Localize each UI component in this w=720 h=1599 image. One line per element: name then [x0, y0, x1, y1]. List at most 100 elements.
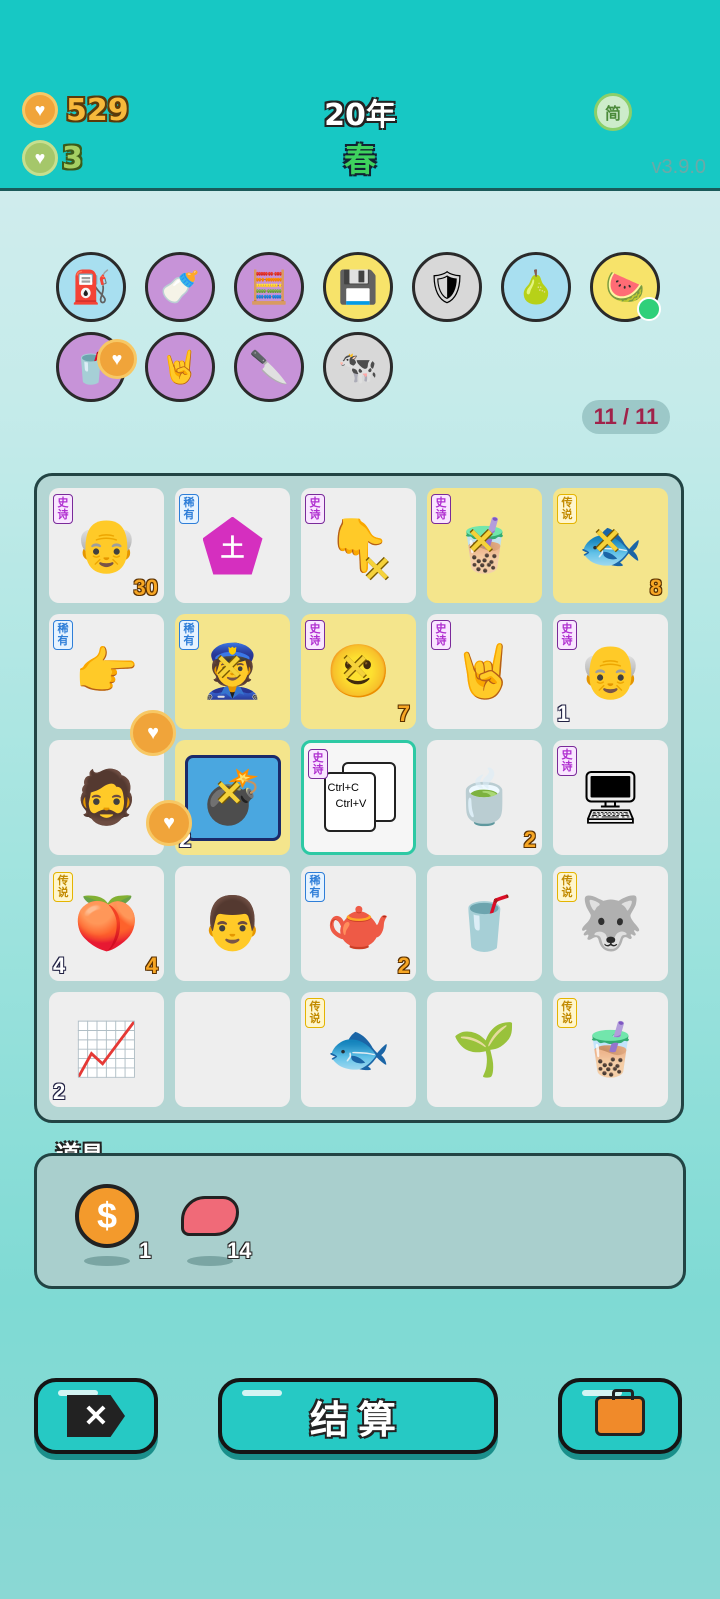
rarity-tag: 稀有: [305, 872, 325, 902]
earth-gem-icon: 土: [202, 516, 263, 575]
liver-icon: [181, 1196, 239, 1236]
koi-fish-small-icon: 🐟: [326, 1021, 391, 1079]
slot-cell[interactable]: 🧋 传说: [553, 992, 668, 1107]
floating-coin-icon: ♥: [130, 710, 176, 756]
rarity-tag: 史诗: [557, 746, 577, 776]
tea-bowl-icon: 🍵: [452, 769, 517, 827]
slot-cell[interactable]: 🥤: [427, 866, 542, 981]
liver-item-count: 14: [227, 1238, 252, 1263]
perk-math-guy-icon[interactable]: 🧮: [234, 252, 304, 322]
slot-cell[interactable]: 🌱: [427, 992, 542, 1107]
slot-cell[interactable]: 🍑 传说 4 4: [49, 866, 164, 981]
cross-mark-icon: ✕: [363, 551, 392, 589]
pump-icon: ⛽: [71, 269, 111, 305]
rarity-tag: 传说: [557, 872, 577, 902]
exit-button[interactable]: ✕: [34, 1378, 158, 1454]
pomelo-icon: 🍐: [516, 269, 556, 305]
slot-cell[interactable]: 👇 史诗 ✕: [301, 488, 416, 603]
slot-cell[interactable]: 🙂 史诗 7 ✕: [301, 614, 416, 729]
slot-cell[interactable]: 🖥 史诗: [553, 740, 668, 855]
stubble-man-icon: 🧔: [74, 769, 139, 827]
inventory-button[interactable]: [558, 1378, 682, 1454]
cross-mark-icon: ✕: [215, 775, 244, 813]
rarity-tag: 史诗: [431, 620, 451, 650]
briefcase-icon: [595, 1389, 645, 1436]
paste-text: Ctrl+V: [335, 797, 367, 810]
slot-cell[interactable]: 💣 2 ✕: [175, 740, 290, 855]
dollar-coin-icon: $: [75, 1184, 139, 1248]
version-label: v3.9.0: [651, 156, 706, 178]
rarity-tag: 稀有: [53, 620, 73, 650]
slot-cell[interactable]: 📈 2: [49, 992, 164, 1107]
rarity-tag: 传说: [305, 998, 325, 1028]
red-drink-icon: 🥤: [452, 895, 517, 953]
cross-mark-icon: ✕: [215, 649, 244, 687]
breast-pump-icon: 🍼: [160, 269, 200, 305]
brown-hand-icon: 👉: [74, 643, 139, 701]
rarity-tag: 传说: [557, 998, 577, 1028]
perk-shield-wrench-icon[interactable]: 🛡: [412, 252, 482, 322]
cell-counter: 4: [53, 953, 66, 978]
copy-paste-icon: Ctrl+C Ctrl+V: [323, 761, 396, 834]
rarity-tag: 史诗: [557, 620, 577, 650]
slot-cell[interactable]: 🍵 2: [427, 740, 542, 855]
perk-milk-tea-coin-icon[interactable]: 🥤 ♥: [56, 332, 137, 402]
perk-pump-icon[interactable]: ⛽: [56, 252, 126, 322]
cows-icon: 🐄: [338, 349, 378, 385]
settle-button[interactable]: 结算: [218, 1378, 498, 1454]
slot-cell[interactable]: Ctrl+C Ctrl+V 史诗: [301, 740, 416, 855]
active-dot-icon: [637, 297, 661, 321]
settle-button-label: 结算: [309, 1399, 406, 1442]
cleaver-icon: 🔪: [249, 349, 289, 385]
floating-coin-icon: ♥: [146, 800, 192, 846]
slot-cell[interactable]: 土稀有: [175, 488, 290, 603]
perk-cows-icon[interactable]: 🐄: [323, 332, 393, 402]
slot-cell[interactable]: [175, 992, 290, 1107]
coin-badge-icon: ♥: [97, 339, 137, 379]
perk-pomelo-icon[interactable]: 🍐: [501, 252, 571, 322]
coin-item[interactable]: $: [75, 1184, 139, 1266]
slot-cell[interactable]: 🧋 史诗 ✕: [427, 488, 542, 603]
cell-value: 8: [649, 575, 662, 600]
golden-fruits-icon: 🍑: [74, 895, 139, 953]
cell-value: 2: [397, 953, 410, 978]
shield-wrench-icon: 🛡: [426, 269, 468, 305]
slot-cell[interactable]: 👴 史诗 1: [553, 614, 668, 729]
tea-cup-icon: 🧋: [578, 1021, 643, 1079]
cross-mark-icon: ✕: [593, 523, 622, 561]
slot-cell[interactable]: 🧔: [49, 740, 164, 855]
slot-cell[interactable]: 🐟 传说 8 ✕: [553, 488, 668, 603]
old-man-green-hat-icon: 👴: [74, 517, 139, 575]
perk-cpu-chip-icon[interactable]: 💾: [323, 252, 393, 322]
slot-cell[interactable]: 🐺 传说: [553, 866, 668, 981]
slot-cell[interactable]: 👨: [175, 866, 290, 981]
cell-value: 4: [145, 953, 158, 978]
rock-hand-icon: 🤘: [160, 349, 200, 385]
perk-breast-pump-icon[interactable]: 🍼: [145, 252, 215, 322]
cell-counter: 2: [53, 1079, 66, 1104]
language-toggle-button[interactable]: 简: [594, 93, 632, 131]
stock-chart-icon: 📈: [74, 1021, 139, 1079]
cell-value: 7: [397, 701, 410, 726]
rarity-tag: 传说: [557, 494, 577, 524]
slot-cell[interactable]: 👮 稀有 ✕: [175, 614, 290, 729]
slot-cell[interactable]: 👴 史诗 30: [49, 488, 164, 603]
item-shadow: [84, 1256, 130, 1266]
perk-rock-hand-icon[interactable]: 🤘: [145, 332, 215, 402]
math-guy-icon: 🧮: [249, 269, 289, 305]
cell-value: 2: [523, 827, 536, 852]
bald-glasses-man-icon: 👨: [200, 895, 265, 953]
king-husky-icon: 🐺: [578, 895, 643, 953]
slot-cell[interactable]: 🤘 史诗: [427, 614, 542, 729]
rarity-tag: 史诗: [305, 620, 325, 650]
slot-cell[interactable]: 🐟 传说: [301, 992, 416, 1107]
cpu-chip-icon: 💾: [338, 269, 378, 305]
cross-mark-icon: ✕: [341, 649, 370, 687]
sprout-icon: 🌱: [452, 1021, 517, 1079]
rarity-tag: 史诗: [431, 494, 451, 524]
rarity-tag: 传说: [53, 872, 73, 902]
perk-fruit-basket-icon[interactable]: 🍉: [590, 252, 661, 322]
cell-counter: 1: [557, 701, 570, 726]
slot-cell[interactable]: 🫖 稀有 2: [301, 866, 416, 981]
perk-cleaver-icon[interactable]: 🔪: [234, 332, 304, 402]
